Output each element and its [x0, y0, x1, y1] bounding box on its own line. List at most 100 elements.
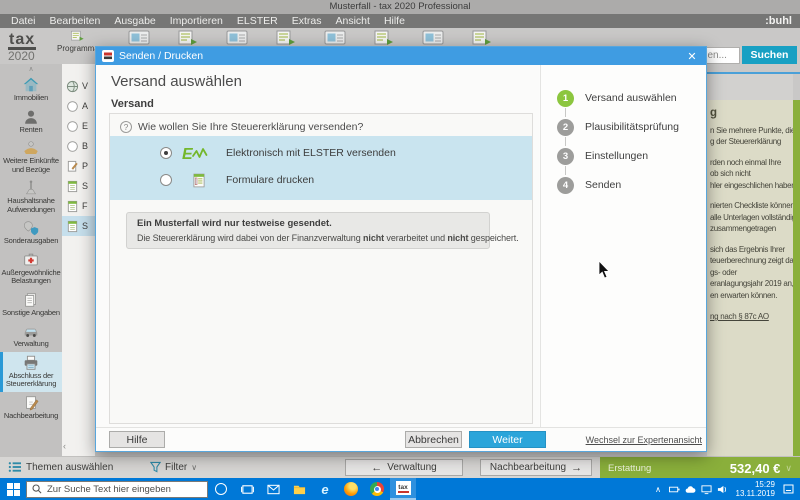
- option-formulare-drucken[interactable]: Formulare drucken: [160, 169, 314, 191]
- network-icon[interactable]: [699, 478, 714, 500]
- close-icon[interactable]: ✕: [684, 50, 700, 63]
- radio-icon[interactable]: [160, 174, 172, 186]
- step-1: 1Versand auswählen: [557, 89, 706, 107]
- file-explorer-button[interactable]: [286, 478, 312, 500]
- menu-item-elster[interactable]: ELSTER: [230, 14, 285, 28]
- menu-item-datei[interactable]: Datei: [4, 14, 43, 28]
- option-elektronisch-mit-elster-versende[interactable]: EElektronisch mit ELSTER versenden: [160, 142, 396, 164]
- toolbar-icon-6[interactable]: [373, 30, 395, 46]
- list-item[interactable]: B: [62, 136, 95, 156]
- app-logo-text: tax: [8, 33, 36, 50]
- list-item[interactable]: P: [62, 156, 95, 176]
- search-button[interactable]: Suchen: [742, 46, 797, 64]
- house-icon: [21, 76, 41, 94]
- test-note-box: Ein Musterfall wird nur testweise gesend…: [126, 212, 490, 249]
- wizard-steps: 1Versand auswählen2Plausibilitätsprüfung…: [557, 89, 706, 194]
- toolbar-icon-3[interactable]: [226, 30, 248, 46]
- forward-nachbearbeitung-button[interactable]: Nachbearbeitung →: [480, 459, 592, 476]
- menu-item-hilfe[interactable]: Hilfe: [377, 14, 412, 28]
- hint-text: rden noch einmal Ihre: [710, 157, 793, 169]
- edge-icon: e: [321, 482, 328, 497]
- toolbar-icon-7[interactable]: [422, 30, 444, 46]
- menu-item-ausgabe[interactable]: Ausgabe: [107, 14, 162, 28]
- sidebar-item-verwaltung[interactable]: Verwaltung: [0, 320, 62, 352]
- sidebar-item-abschluss-der-steuererklärung[interactable]: Abschluss der Steuererklärung: [0, 352, 62, 392]
- onedrive-cloud-icon[interactable]: [683, 478, 698, 500]
- back-verwaltung-button[interactable]: ← Verwaltung: [345, 459, 463, 476]
- app-logo: tax 2020: [8, 31, 58, 63]
- option-selection-area: EElektronisch mit ELSTER versenden Formul…: [110, 136, 532, 200]
- action-center-icon[interactable]: [781, 478, 796, 500]
- task-view-button[interactable]: [234, 478, 260, 500]
- help-button[interactable]: Hilfe: [109, 431, 165, 448]
- program-structure-icon[interactable]: [70, 29, 85, 43]
- sidebar-item-renten[interactable]: Renten: [0, 106, 62, 138]
- refund-bar[interactable]: Erstattung 532,40 € ∨: [600, 457, 800, 479]
- list-item[interactable]: A: [62, 96, 95, 116]
- menu-item-bearbeiten[interactable]: Bearbeiten: [43, 14, 108, 28]
- list-item-text: E: [82, 121, 88, 131]
- speaker-icon[interactable]: [715, 478, 730, 500]
- battery-icon[interactable]: [667, 478, 682, 500]
- menu-item-ansicht[interactable]: Ansicht: [329, 14, 377, 28]
- refund-label: Erstattung: [608, 463, 651, 474]
- sidebar-item-haushaltsnahe-aufwendungen[interactable]: Haushaltsnahe Aufwendungen: [0, 177, 62, 217]
- cancel-button[interactable]: Abbrechen: [405, 431, 462, 448]
- firefox-button[interactable]: [338, 478, 364, 500]
- toolbar-icon-8[interactable]: [471, 30, 493, 46]
- filter-control[interactable]: Filter ∨: [150, 461, 197, 473]
- sidebar-item-immobilien[interactable]: Immobilien: [0, 74, 62, 106]
- tax-app-button[interactable]: tax: [390, 478, 416, 500]
- hint-text: teuerberechnung zeigt das: [710, 255, 793, 267]
- toolbar-icon-1[interactable]: [128, 30, 150, 46]
- next-button[interactable]: Weiter: [469, 431, 546, 448]
- radio-selected-icon[interactable]: [160, 147, 172, 159]
- sidebar-item-sonderausgaben[interactable]: Sonderausgaben: [0, 217, 62, 249]
- doc-icon: [66, 220, 79, 233]
- list-item[interactable]: F: [62, 196, 95, 216]
- wizard-steps-panel: 1Versand auswählen2Plausibilitätsprüfung…: [540, 65, 706, 427]
- step-number: 3: [557, 148, 574, 165]
- toolbar-icon-2[interactable]: [177, 30, 199, 46]
- sidebar-scroll-up-icon[interactable]: ∧: [28, 65, 33, 74]
- chevron-down-icon: ∨: [191, 463, 197, 472]
- sidebar-item-sonstige-angaben[interactable]: Sonstige Angaben: [0, 289, 62, 321]
- firefox-icon: [344, 482, 358, 496]
- step-number: 4: [557, 177, 574, 194]
- menu-item-importieren[interactable]: Importieren: [163, 14, 230, 28]
- edge-button[interactable]: e: [312, 478, 338, 500]
- hint-panel-header: [707, 74, 793, 100]
- arrow-left-icon: ←: [371, 462, 382, 474]
- sidebar-item-weitere-einkünfte-und-bezüge[interactable]: Weitere Einkünfte und Bezüge: [0, 137, 62, 177]
- step-connector: [565, 137, 566, 146]
- sidebar-items: Immobilien Renten Weitere Einkünfte und Be…: [0, 74, 62, 423]
- chrome-button[interactable]: [364, 478, 390, 500]
- sidebar-item-label: Immobilien: [1, 94, 61, 103]
- app-logo-year: 2020: [8, 50, 58, 63]
- menu-item-extras[interactable]: Extras: [285, 14, 329, 28]
- hint-text: hler eingeschlichen haben.: [710, 180, 793, 192]
- hint-text: sich das Ergebnis Ihrer: [710, 244, 793, 256]
- list-item[interactable]: S: [62, 176, 95, 196]
- expert-view-link[interactable]: Wechsel zur Expertenansicht: [586, 435, 702, 445]
- sidebar-item-label: Verwaltung: [1, 340, 61, 349]
- scroll-left-icon[interactable]: ‹: [63, 441, 66, 451]
- toolbar-icon-5[interactable]: [324, 30, 346, 46]
- sidebar-item-label: Weitere Einkünfte und Bezüge: [1, 157, 61, 174]
- toolbar-icon-4[interactable]: [275, 30, 297, 46]
- mail-app-button[interactable]: [260, 478, 286, 500]
- taskbar-search-input[interactable]: Zur Suche Text hier eingeben: [26, 481, 208, 498]
- doc-icon: [66, 180, 79, 193]
- sidebar-item-nachbearbeitung[interactable]: Nachbearbeitung: [0, 392, 62, 424]
- list-item[interactable]: V: [62, 76, 95, 96]
- tray-chevron-up-icon[interactable]: ∧: [651, 478, 666, 500]
- step-label: Senden: [585, 179, 621, 191]
- taskbar-clock[interactable]: 15:29 13.11.2019: [736, 480, 775, 498]
- hint-link[interactable]: ng nach § 87c AO: [710, 311, 793, 323]
- select-topics-control[interactable]: Themen auswählen: [8, 461, 113, 473]
- start-button[interactable]: [0, 478, 26, 500]
- sidebar-item-außergewöhnliche-belastungen[interactable]: Außergewöhnliche Belastungen: [0, 249, 62, 289]
- list-item[interactable]: S: [62, 216, 95, 236]
- cortana-button[interactable]: [208, 478, 234, 500]
- list-item[interactable]: E: [62, 116, 95, 136]
